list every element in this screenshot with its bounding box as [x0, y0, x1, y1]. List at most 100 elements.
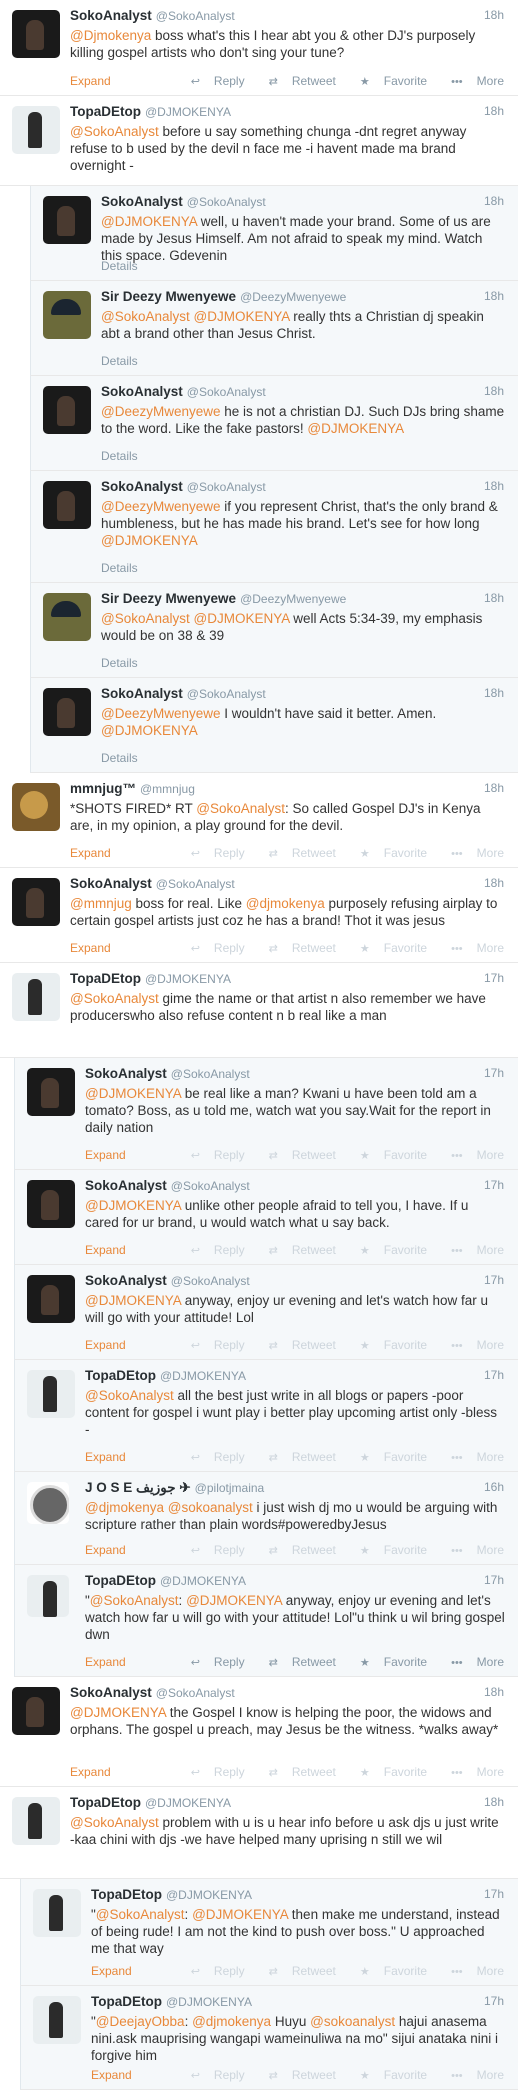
user-name[interactable]: TopaDEtop [70, 104, 141, 119]
user-name[interactable]: SokoAnalyst [101, 686, 183, 701]
mention-link[interactable]: @DJMOKENYA [192, 1907, 288, 1922]
timestamp[interactable]: 18h [484, 194, 504, 208]
mention-link[interactable]: @DeejayObba [96, 2014, 185, 2029]
retweet-button[interactable]: ⇄ Retweet [257, 941, 336, 955]
reply-button[interactable]: ↩ Reply [179, 1964, 245, 1978]
retweet-button[interactable]: ⇄ Retweet [257, 1964, 336, 1978]
user-name[interactable]: Sir Deezy Mwenyewe [101, 591, 236, 606]
favorite-button[interactable]: ★ Favorite [348, 2068, 427, 2082]
avatar[interactable] [43, 593, 91, 641]
user-handle[interactable]: @DJMOKENYA [145, 105, 231, 119]
reply-button[interactable]: ↩ Reply [179, 1765, 245, 1779]
user-handle[interactable]: @SokoAnalyst [187, 480, 266, 494]
user-handle[interactable]: @SokoAnalyst [187, 195, 266, 209]
reply-button[interactable]: ↩ Reply [179, 1243, 245, 1257]
expand-link[interactable]: Expand [91, 2068, 132, 2082]
expand-link[interactable]: Expand [85, 1243, 126, 1257]
timestamp[interactable]: 18h [484, 289, 504, 303]
favorite-button[interactable]: ★ Favorite [348, 1338, 427, 1352]
details-link[interactable]: Details [101, 259, 138, 273]
user-name[interactable]: SokoAnalyst [70, 1685, 152, 1700]
more-button[interactable]: ••• More [439, 1964, 504, 1978]
timestamp[interactable]: 17h [484, 1066, 504, 1080]
reply-button[interactable]: ↩ Reply [179, 74, 245, 88]
reply-button[interactable]: ↩ Reply [179, 1655, 245, 1669]
timestamp[interactable]: 18h [484, 104, 504, 118]
avatar[interactable] [43, 386, 91, 434]
retweet-button[interactable]: ⇄ Retweet [257, 1765, 336, 1779]
timestamp[interactable]: 17h [484, 971, 504, 985]
favorite-button[interactable]: ★ Favorite [348, 1148, 427, 1162]
mention-link[interactable]: @DJMOKENYA [194, 611, 290, 626]
user-name[interactable]: SokoAnalyst [85, 1178, 167, 1193]
mention-link[interactable]: @SokoAnalyst [70, 124, 159, 139]
tweet-card[interactable]: TopaDEtop @DJMOKENYA 17h "@SokoAnalyst: @DJ… [20, 1879, 518, 1986]
mention-link[interactable]: @mmnjug [70, 896, 132, 911]
user-name[interactable]: SokoAnalyst [70, 876, 152, 891]
user-name[interactable]: TopaDEtop [85, 1573, 156, 1588]
reply-button[interactable]: ↩ Reply [179, 846, 245, 860]
expand-link[interactable]: Expand [70, 1765, 111, 1779]
user-handle[interactable]: @DeezyMwenyewe [240, 290, 346, 304]
tweet-card[interactable]: SokoAnalyst @SokoAnalyst 18h @DJMOKENYA the… [0, 1677, 518, 1787]
mention-link[interactable]: @DJMOKENYA [70, 1705, 166, 1720]
more-button[interactable]: ••• More [439, 74, 504, 88]
details-link[interactable]: Details [101, 751, 138, 765]
timestamp[interactable]: 17h [484, 1368, 504, 1382]
user-handle[interactable]: @DJMOKENYA [160, 1369, 246, 1383]
expand-link[interactable]: Expand [70, 846, 111, 860]
timestamp[interactable]: 17h [484, 1994, 504, 2008]
tweet-card[interactable]: SokoAnalyst @SokoAnalyst 17h @DJMOKENYA be … [14, 1058, 518, 1170]
retweet-button[interactable]: ⇄ Retweet [257, 1148, 336, 1162]
expand-link[interactable]: Expand [70, 74, 111, 88]
more-button[interactable]: ••• More [439, 1338, 504, 1352]
avatar[interactable] [43, 196, 91, 244]
user-name[interactable]: SokoAnalyst [70, 8, 152, 23]
tweet-card[interactable]: Sir Deezy Mwenyewe @DeezyMwenyewe 18h @Soko… [30, 583, 518, 678]
favorite-button[interactable]: ★ Favorite [348, 846, 427, 860]
mention-link[interactable]: @SokoAnalyst [85, 1388, 174, 1403]
avatar[interactable] [43, 291, 91, 339]
timestamp[interactable]: 17h [484, 1273, 504, 1287]
mention-link[interactable]: @SokoAnalyst [70, 991, 159, 1006]
details-link[interactable]: Details [101, 449, 138, 463]
tweet-card[interactable]: SokoAnalyst @SokoAnalyst 18h @DeezyMwenyewe… [30, 678, 518, 773]
mention-link[interactable]: @SokoAnalyst [90, 1593, 179, 1608]
tweet-card[interactable]: SokoAnalyst @SokoAnalyst 17h @DJMOKENYA unl… [14, 1170, 518, 1265]
avatar[interactable] [27, 1180, 75, 1228]
avatar[interactable] [27, 1068, 75, 1116]
mention-link[interactable]: @DeezyMwenyewe [101, 404, 221, 419]
favorite-button[interactable]: ★ Favorite [348, 74, 427, 88]
expand-link[interactable]: Expand [85, 1338, 126, 1352]
user-name[interactable]: Sir Deezy Mwenyewe [101, 289, 236, 304]
expand-link[interactable]: Expand [85, 1450, 126, 1464]
avatar[interactable] [27, 1482, 69, 1524]
reply-button[interactable]: ↩ Reply [179, 1450, 245, 1464]
expand-link[interactable]: Expand [70, 941, 111, 955]
timestamp[interactable]: 18h [484, 384, 504, 398]
retweet-button[interactable]: ⇄ Retweet [257, 1655, 336, 1669]
mention-link[interactable]: @SokoAnalyst [101, 309, 190, 324]
retweet-button[interactable]: ⇄ Retweet [257, 1543, 336, 1557]
user-name[interactable]: SokoAnalyst [85, 1273, 167, 1288]
retweet-button[interactable]: ⇄ Retweet [257, 74, 336, 88]
mention-link[interactable]: @DJMOKENYA [101, 723, 198, 738]
tweet-card[interactable]: TopaDEtop @DJMOKENYA 17h @SokoAnalyst gime … [0, 963, 518, 1058]
more-button[interactable]: ••• More [439, 1148, 504, 1162]
mention-link[interactable]: @SokoAnalyst [101, 611, 190, 626]
reply-button[interactable]: ↩ Reply [179, 1338, 245, 1352]
timestamp[interactable]: 18h [484, 1685, 504, 1699]
avatar[interactable] [12, 783, 60, 831]
favorite-button[interactable]: ★ Favorite [348, 1765, 427, 1779]
mention-link[interactable]: @DJMOKENYA [101, 214, 197, 229]
favorite-button[interactable]: ★ Favorite [348, 1964, 427, 1978]
tweet-card[interactable]: SokoAnalyst @SokoAnalyst 18h @DJMOKENYA wel… [30, 186, 518, 281]
timestamp[interactable]: 18h [484, 1795, 504, 1809]
mention-link[interactable]: @DeezyMwenyewe [101, 706, 221, 721]
favorite-button[interactable]: ★ Favorite [348, 1543, 427, 1557]
retweet-button[interactable]: ⇄ Retweet [257, 2068, 336, 2082]
expand-link[interactable]: Expand [85, 1655, 126, 1669]
mention-link[interactable]: @djmokenya [85, 1500, 164, 1515]
expand-link[interactable]: Expand [85, 1148, 126, 1162]
avatar[interactable] [12, 878, 60, 926]
